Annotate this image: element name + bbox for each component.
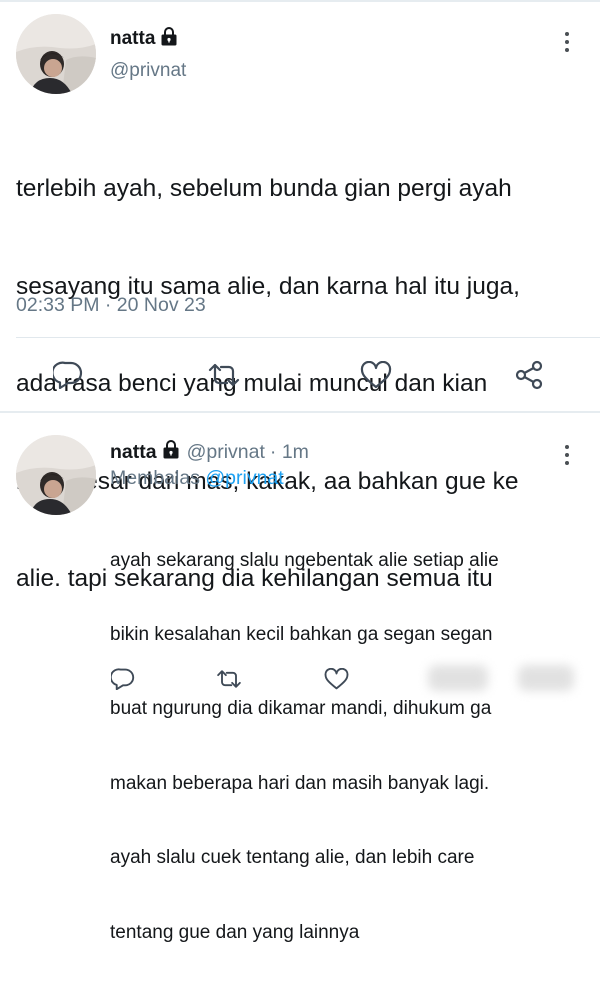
more-options-icon[interactable]: [558, 441, 576, 469]
like-icon[interactable]: [358, 358, 394, 392]
divider: [16, 337, 600, 338]
author-handle[interactable]: @privnat: [110, 60, 186, 82]
author-handle[interactable]: @privnat: [187, 441, 265, 464]
share-icon[interactable]: [428, 661, 578, 695]
replying-to: Membalas @privnat: [110, 467, 284, 490]
reply-header: natta @privnat · 1m: [110, 439, 309, 465]
lock-icon: [160, 26, 178, 51]
reply-actions: [0, 665, 600, 699]
avatar[interactable]: [16, 435, 96, 515]
author-name-row: natta: [110, 26, 178, 51]
tweet-actions: [0, 350, 600, 400]
replying-label: Membalas: [110, 467, 200, 489]
reply-text-line: bikin kesalahan kecil bahkan ga segan se…: [110, 623, 493, 645]
reply-text-line: buat ngurung dia dikamar mandi, dihukum …: [110, 698, 492, 720]
reply-text-line: ayah sekarang slalu ngebentak alie setia…: [110, 549, 499, 571]
reply-text-line: ayah slalu cuek tentang alie, dan lebih …: [110, 847, 475, 869]
replying-mention[interactable]: @privnat: [205, 467, 283, 489]
retweet-icon[interactable]: [204, 358, 244, 392]
reply-text-line: makan beberapa hari dan masih banyak lag…: [110, 772, 490, 794]
like-icon[interactable]: [322, 665, 350, 693]
reply-icon[interactable]: [110, 665, 136, 693]
reply-time: · 1m: [269, 440, 309, 463]
author-name[interactable]: natta: [110, 441, 157, 464]
avatar[interactable]: [16, 14, 96, 94]
tweet-timestamp[interactable]: 02:33 PM · 20 Nov 23: [16, 294, 206, 317]
author-name[interactable]: natta: [110, 28, 155, 50]
avatar-photo: [16, 435, 96, 515]
retweet-icon[interactable]: [214, 665, 244, 693]
more-options-icon[interactable]: [558, 28, 576, 56]
lock-icon: [162, 439, 180, 465]
tweet-text-line: terlebih ayah, sebelum bunda gian pergi …: [16, 175, 512, 202]
reply-text-line: tentang gue dan yang lainnya: [110, 921, 360, 943]
reply-text: ayah sekarang slalu ngebentak alie setia…: [110, 499, 580, 995]
reply-tweet[interactable]: natta @privnat · 1m Membalas @privnat ay…: [0, 413, 600, 943]
reply-icon[interactable]: [50, 358, 86, 392]
main-tweet: natta @privnat terlebih ayah, sebelum bu…: [0, 0, 600, 592]
share-icon[interactable]: [512, 358, 548, 392]
avatar-photo: [16, 14, 96, 94]
